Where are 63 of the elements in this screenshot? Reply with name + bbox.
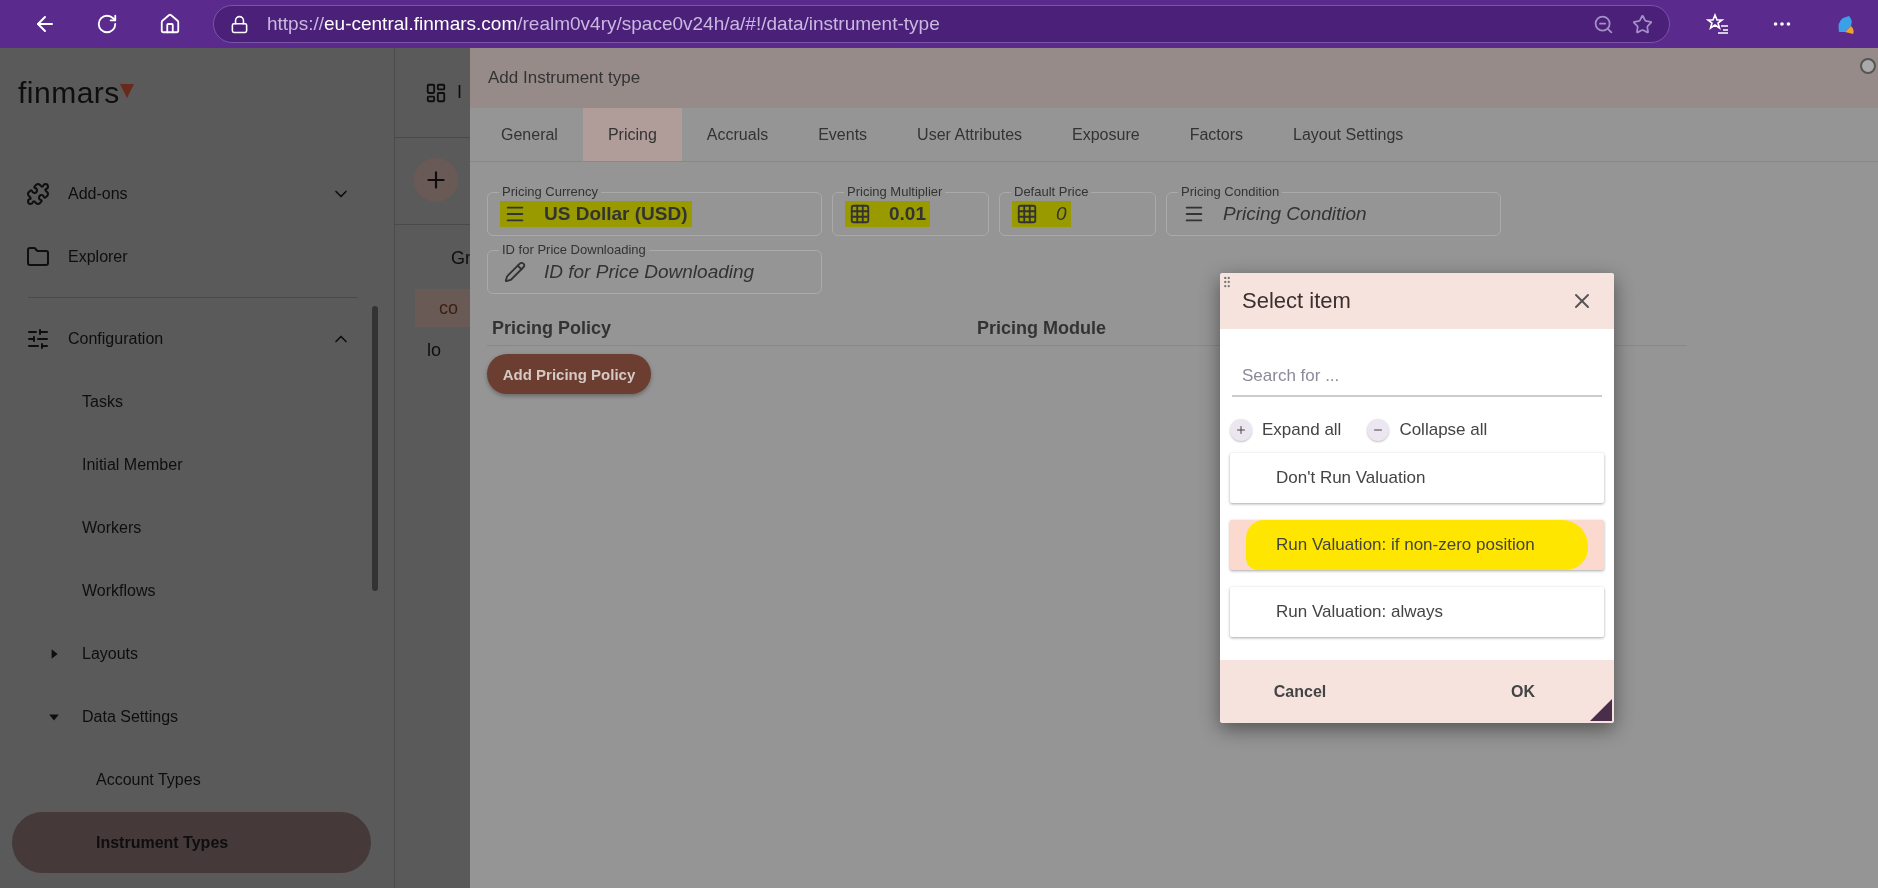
- minus-icon[interactable]: [1367, 419, 1390, 441]
- puzzle-icon: [26, 181, 50, 206]
- add-button[interactable]: [414, 158, 458, 202]
- sliders-icon: [26, 326, 50, 351]
- grid-icon: [1016, 203, 1038, 225]
- tab[interactable]: Events: [793, 108, 893, 161]
- sidebar-item[interactable]: Initial Member: [12, 434, 371, 495]
- refresh-icon[interactable]: [96, 13, 119, 35]
- favorites-icon[interactable]: [1706, 13, 1730, 35]
- expand-all-button[interactable]: Expand all: [1230, 419, 1342, 441]
- page-title: I: [457, 82, 462, 103]
- tab[interactable]: Pricing: [582, 108, 682, 161]
- tab[interactable]: Exposure: [1047, 108, 1165, 161]
- dashboard-icon: [425, 81, 447, 104]
- sidebar-item[interactable]: Tasks: [12, 371, 371, 432]
- finmars-logo[interactable]: finmars: [18, 76, 134, 110]
- pencil-icon: [504, 261, 526, 283]
- tab[interactable]: Accruals: [681, 108, 794, 161]
- list-row[interactable]: lo: [395, 331, 470, 369]
- list-item[interactable]: Run Valuation: if non-zero position: [1230, 520, 1604, 570]
- ok-button[interactable]: OK: [1478, 671, 1568, 712]
- resize-handle-icon[interactable]: [1590, 699, 1612, 721]
- panel-title: Add Instrument type: [488, 68, 641, 88]
- field-placeholder: ID for Price Downloading: [544, 261, 755, 283]
- sidebar-item[interactable]: Add-ons: [12, 163, 371, 224]
- address-bar[interactable]: https://eu-central.finmars.com/realm0v4ry/space0v24h/a/#!/data/instrument-type: [213, 5, 1670, 43]
- column-header: Pricing Module: [977, 318, 1107, 339]
- sidebar-item[interactable]: Layouts: [12, 623, 371, 684]
- sidebar-item[interactable]: Account Types: [12, 749, 371, 810]
- field-placeholder: Pricing Condition: [1223, 203, 1367, 225]
- tab[interactable]: General: [476, 108, 583, 161]
- field-label: Pricing Currency: [499, 184, 602, 200]
- sidebar-item[interactable]: Configuration: [12, 308, 371, 369]
- field-placeholder: 0: [1056, 203, 1067, 225]
- folder-icon: [26, 244, 50, 269]
- list-row[interactable]: co: [415, 289, 470, 327]
- tab[interactable]: Factors: [1164, 108, 1268, 161]
- sidebar-item[interactable]: Workflows: [12, 560, 371, 621]
- list-item[interactable]: Run Valuation: always: [1230, 587, 1604, 637]
- zoom-out-icon[interactable]: [1593, 13, 1614, 35]
- field-label: Pricing Multiplier: [844, 184, 946, 200]
- field-label: Pricing Condition: [1178, 184, 1283, 200]
- list-item[interactable]: Don't Run Valuation: [1230, 453, 1604, 503]
- star-icon[interactable]: [1632, 13, 1653, 35]
- field-label: ID for Price Downloading: [499, 242, 649, 258]
- grid-icon: [849, 203, 871, 225]
- sidebar-item[interactable]: Explorer: [12, 226, 371, 287]
- sidebar-item[interactable]: Workers: [12, 497, 371, 558]
- tab[interactable]: User Attributes: [892, 108, 1048, 161]
- lock-icon: [230, 14, 249, 34]
- home-icon[interactable]: [158, 13, 181, 35]
- field-value: US Dollar (USD): [544, 203, 688, 225]
- add-pricing-policy-button[interactable]: Add Pricing Policy: [487, 354, 651, 394]
- cancel-button[interactable]: Cancel: [1255, 671, 1345, 712]
- sidebar-item[interactable]: Data Settings: [12, 686, 371, 747]
- scrollbar[interactable]: [372, 306, 378, 591]
- plus-icon[interactable]: [1230, 419, 1252, 441]
- field-value: 0.01: [889, 203, 926, 225]
- column-header: Pricing Policy: [492, 318, 613, 339]
- tab[interactable]: Layout Settings: [1268, 108, 1429, 161]
- group-label: Gr: [450, 246, 470, 270]
- dialog-title: Select item: [1242, 288, 1352, 314]
- collapse-all-button[interactable]: Collapse all: [1367, 419, 1488, 441]
